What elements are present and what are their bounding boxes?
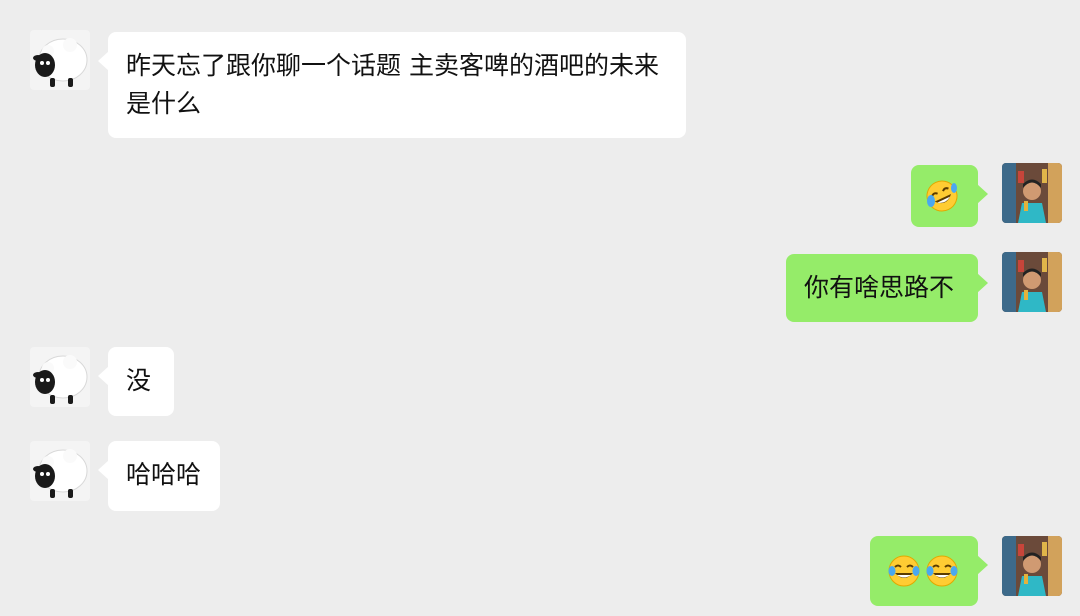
message-bubble[interactable] <box>870 536 988 606</box>
message-text: 你有啥思路不 <box>804 273 955 302</box>
sheep-avatar[interactable] <box>30 347 90 407</box>
message-bubble[interactable]: 昨天忘了跟你聊一个话题 主卖客啤的酒吧的未来是什么 <box>98 32 686 138</box>
message-bubble[interactable]: 没 <box>98 347 174 416</box>
sheep-avatar[interactable] <box>30 30 90 90</box>
message-text: 没 <box>126 366 152 395</box>
message-text: 昨天忘了跟你聊一个话题 主卖客啤的酒吧的未来是什么 <box>126 51 659 118</box>
face-with-tears-of-joy-tilted-icon <box>925 179 959 213</box>
message-bubble[interactable] <box>911 165 988 227</box>
sheep-avatar[interactable] <box>30 441 90 501</box>
person-photo-avatar[interactable] <box>1002 163 1062 223</box>
person-photo-avatar[interactable] <box>1002 536 1062 596</box>
person-photo-avatar[interactable] <box>1002 252 1062 312</box>
chat-thread: 昨天忘了跟你聊一个话题 主卖客啤的酒吧的未来是什么 你有啥思路不 没 哈哈哈 <box>0 0 1080 616</box>
face-with-tears-of-joy-icon <box>925 554 959 588</box>
message-text: 哈哈哈 <box>126 460 202 489</box>
message-bubble[interactable]: 你有啥思路不 <box>786 254 988 322</box>
face-with-tears-of-joy-icon <box>887 554 921 588</box>
message-bubble[interactable]: 哈哈哈 <box>98 441 220 511</box>
